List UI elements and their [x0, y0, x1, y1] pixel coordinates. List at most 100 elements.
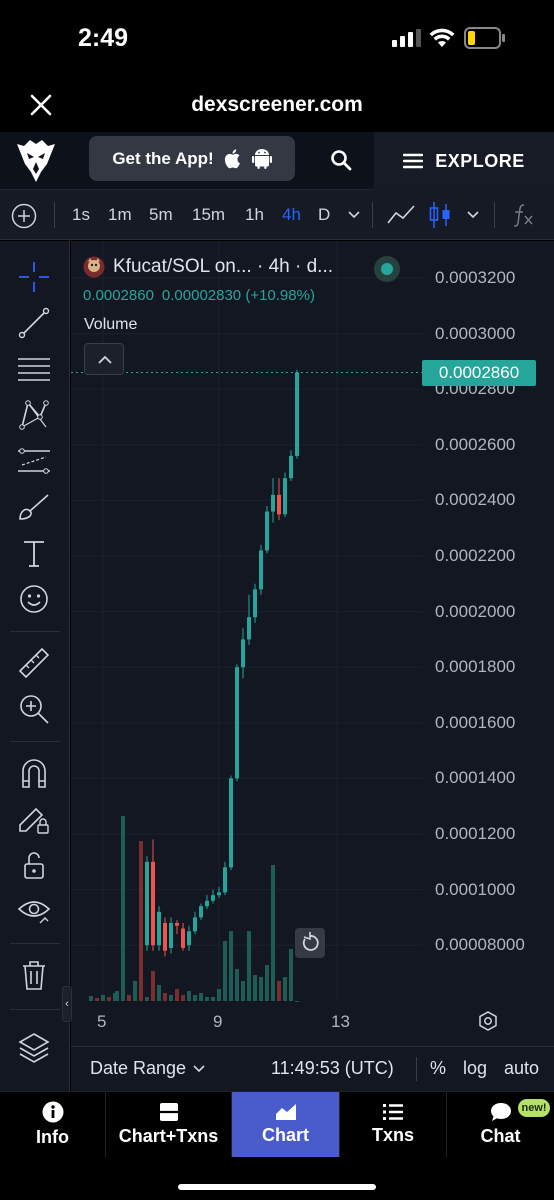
volume-bar [217, 989, 221, 1001]
tab-txns-label: Txns [371, 1125, 414, 1145]
chat-icon [490, 1103, 511, 1121]
fx-indicators-icon[interactable] [510, 202, 536, 228]
battery-icon [464, 27, 505, 49]
timeframe-1h[interactable]: 1h [245, 205, 264, 225]
search-icon[interactable] [330, 149, 352, 171]
new-badge: new! [518, 1099, 550, 1117]
candle-body [229, 778, 233, 868]
candle-body [217, 892, 221, 896]
timeframe-toolbar: 1s 1m 5m 15m 1h 4h D [0, 190, 554, 240]
utc-clock[interactable]: 11:49:53 (UTC) [271, 1058, 394, 1079]
tab-chart-txns-label: Chart+Txns [118, 1126, 219, 1146]
unlock-icon[interactable] [16, 847, 52, 883]
live-status-icon [374, 256, 400, 282]
price-value: 0.0002860 [83, 287, 154, 304]
volume-bar [139, 841, 143, 1001]
pattern-icon[interactable] [16, 397, 52, 433]
site-header: Get the App! EXPLORE [0, 132, 554, 190]
timeframe-5m[interactable]: 5m [149, 205, 173, 225]
explore-label: EXPLORE [435, 150, 525, 171]
tab-txns[interactable]: Txns [340, 1092, 447, 1157]
candle-body [145, 861, 149, 946]
layers-icon[interactable] [16, 1029, 52, 1065]
fib-lines-icon[interactable] [16, 351, 52, 387]
text-icon[interactable] [16, 535, 52, 571]
volume-bar [115, 991, 119, 1001]
volume-bar [271, 865, 275, 1001]
chart-legend: Kfucat/SOL on... · 4h · d... [83, 256, 333, 278]
get-app-button[interactable]: Get the App! [89, 136, 295, 181]
candle-body [181, 928, 185, 948]
time-tick: 5 [97, 1012, 107, 1031]
zoom-in-icon[interactable] [16, 691, 52, 727]
volume-bar [89, 996, 93, 1001]
candle-body [163, 922, 167, 951]
volume-bar [163, 993, 167, 1001]
token-avatar [83, 256, 105, 278]
reset-chart-button[interactable] [295, 928, 325, 958]
timeframe-15m[interactable]: 15m [192, 205, 225, 225]
android-icon [251, 149, 272, 169]
brush-icon[interactable] [16, 489, 52, 525]
volume-bar [253, 975, 257, 1001]
divider [372, 202, 373, 228]
line-chart-type-icon[interactable] [386, 204, 416, 226]
trend-line-icon[interactable] [16, 305, 52, 341]
volume-bar [187, 991, 191, 1001]
dexscreener-logo-icon[interactable] [17, 140, 55, 182]
settings-hex-icon[interactable] [477, 1010, 499, 1032]
candle-body [241, 639, 245, 668]
timeframe-d[interactable]: D [318, 205, 330, 225]
tab-chart[interactable]: Chart [232, 1092, 340, 1157]
magnet-icon[interactable] [16, 755, 52, 791]
chevron-down-icon[interactable] [466, 210, 480, 220]
candlestick-icon[interactable] [428, 201, 452, 229]
reset-icon [302, 932, 319, 951]
add-indicator-icon[interactable] [11, 203, 37, 229]
current-price-tag: 0.0002860 [422, 359, 536, 386]
status-time: 2:49 [78, 24, 129, 52]
tab-chart-txns[interactable]: Chart+Txns [106, 1092, 232, 1157]
volume-bar [95, 998, 99, 1001]
apple-icon [224, 149, 240, 169]
browser-url: dexscreener.com [191, 93, 363, 116]
chevron-down-icon[interactable] [347, 210, 361, 220]
log-toggle[interactable]: log [463, 1058, 487, 1079]
timeframe-4h[interactable]: 4h [282, 205, 301, 225]
tab-info[interactable]: Info [0, 1092, 106, 1157]
candle-body [295, 372, 299, 456]
lock-drawing-icon[interactable] [16, 801, 52, 837]
candle-body [253, 589, 257, 618]
percent-toggle[interactable]: % [430, 1058, 446, 1079]
crosshair-icon[interactable] [16, 259, 52, 295]
auto-toggle[interactable]: auto [504, 1058, 539, 1079]
price-change: 0.00002830 (+10.98%) [161, 287, 315, 304]
volume-bar [223, 941, 227, 1001]
emoji-icon[interactable] [16, 581, 52, 617]
prediction-icon[interactable] [16, 443, 52, 479]
collapse-legend-button[interactable] [84, 343, 124, 375]
date-range-dropdown[interactable]: Date Range [90, 1058, 206, 1079]
timeframe-1s[interactable]: 1s [72, 205, 90, 225]
candle-body [157, 911, 161, 946]
time-tick: 13 [331, 1012, 350, 1031]
candle-body [265, 511, 269, 551]
volume-bar [101, 995, 105, 1001]
volume-bar [289, 949, 293, 1001]
candle-body [235, 667, 239, 779]
chart-panel[interactable]: 0.0003200 0.0003000 0.0002800 0.0002600 0.00… [62, 241, 554, 1091]
chart-title: Kfucat/SOL on... · 4h · d... [113, 256, 334, 277]
status-bar: 2:49 [0, 0, 554, 80]
timeframe-1m[interactable]: 1m [108, 205, 132, 225]
candle-body [259, 550, 263, 590]
volume-bar [265, 965, 269, 1001]
volume-bar [133, 981, 137, 1001]
trash-icon[interactable] [16, 957, 52, 993]
ruler-icon[interactable] [16, 645, 52, 681]
eye-icon[interactable] [16, 893, 52, 929]
candle-body [223, 867, 227, 893]
volume-bar [181, 995, 185, 1001]
explore-button[interactable]: EXPLORE [374, 132, 554, 190]
candle-body [289, 455, 293, 479]
time-tick: 9 [213, 1012, 223, 1031]
